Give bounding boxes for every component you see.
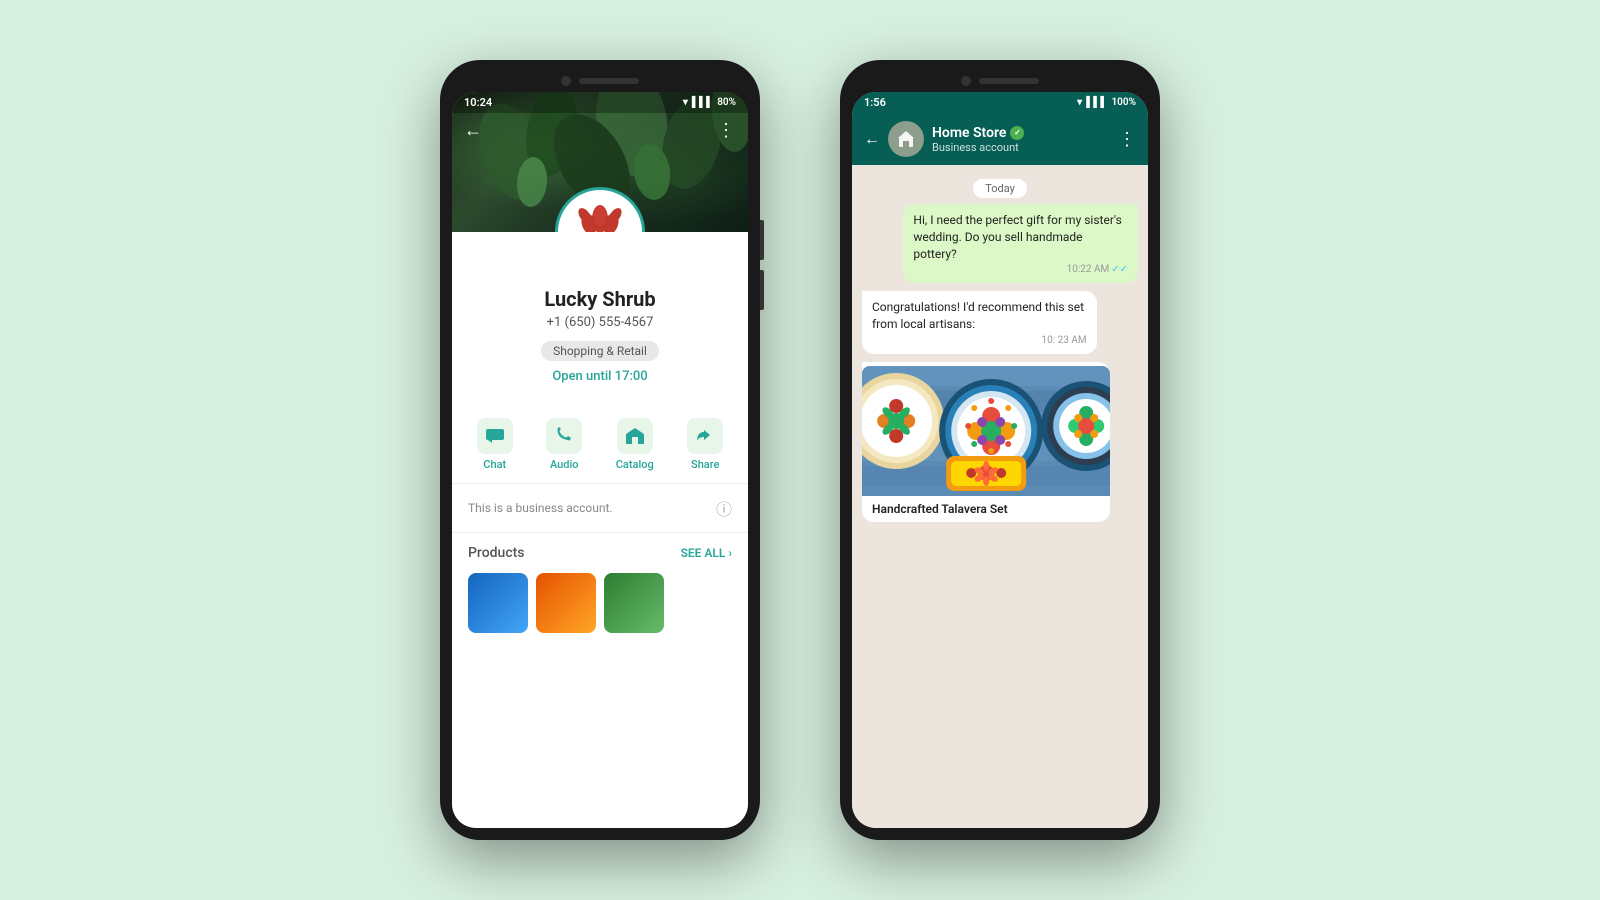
product-card-image <box>862 366 1110 496</box>
catalog-action-button[interactable]: Catalog <box>616 418 654 471</box>
received-message-text: Congratulations! I'd recommend this set … <box>872 299 1087 333</box>
phone-1-screen: 10:24 ▾ ▌▌▌ 80% ← ⋮ <box>452 92 748 828</box>
product-thumb-2[interactable] <box>536 573 596 633</box>
chat-business-name: Home Store ✓ <box>932 125 1110 141</box>
product-thumb-3[interactable] <box>604 573 664 633</box>
profile-header: 10:24 ▾ ▌▌▌ 80% ← ⋮ <box>452 92 748 232</box>
catalog-icon <box>617 418 653 454</box>
battery-display-1: 80% <box>717 97 736 108</box>
phone-2: 1:56 ▾ ▌▌▌ 100% ← Home Store <box>840 60 1160 840</box>
action-buttons-row: Chat Audio Catalog <box>452 410 748 484</box>
phone-1-notch <box>452 72 748 92</box>
time-display-1: 10:24 <box>464 96 492 109</box>
time-display-2: 1:56 <box>864 96 886 109</box>
chat-menu-button[interactable]: ⋮ <box>1118 129 1136 150</box>
front-camera <box>561 76 571 86</box>
profile-info-section: Lucky Shrub +1 (650) 555-4567 Shopping &… <box>452 232 748 410</box>
home-store-avatar <box>892 125 920 153</box>
phone-svg-icon <box>556 427 572 445</box>
chat-label: Chat <box>483 458 506 471</box>
message-received-1: Congratulations! I'd recommend this set … <box>862 291 1097 354</box>
product-card-title: Handcrafted Talavera Set <box>862 496 1110 522</box>
sent-time: 10:22 AM <box>1067 264 1110 275</box>
see-all-button[interactable]: SEE ALL › <box>681 546 732 560</box>
speaker <box>579 78 639 84</box>
products-label: Products <box>468 545 525 561</box>
info-icon[interactable]: ⓘ <box>716 496 732 520</box>
phone-2-screen: 1:56 ▾ ▌▌▌ 100% ← Home Store <box>852 92 1148 828</box>
chat-svg-icon <box>486 429 504 443</box>
product-thumb-1[interactable] <box>468 573 528 633</box>
status-icons-1: ▾ ▌▌▌ 80% <box>683 97 736 108</box>
shrub-logo: LUCKYSHRUB <box>575 194 625 232</box>
product-card: Handcrafted Talavera Set <box>862 366 1110 522</box>
phone-2-notch <box>852 72 1148 92</box>
back-button-1[interactable]: ← <box>464 120 482 141</box>
message-sent-1: Hi, I need the perfect gift for my siste… <box>903 204 1138 283</box>
received-time: 10: 23 AM <box>1041 335 1086 346</box>
profile-header-bar: ← ⋮ <box>452 112 748 149</box>
share-svg-icon <box>696 428 714 444</box>
menu-button-1[interactable]: ⋮ <box>717 120 736 141</box>
avatar-inner: LUCKYSHRUB <box>560 192 640 232</box>
sent-message-meta: 10:22 AM ✓✓ <box>913 264 1128 275</box>
store-svg-icon <box>626 428 644 444</box>
chat-avatar <box>888 121 924 157</box>
share-label: Share <box>691 458 719 471</box>
chat-icon <box>477 418 513 454</box>
shrub-svg <box>575 194 625 232</box>
date-separator: Today <box>862 177 1138 196</box>
signal-icon: ▌▌▌ <box>692 97 713 108</box>
read-receipt-icon: ✓✓ <box>1111 264 1128 275</box>
wifi-icon-2: ▾ <box>1077 97 1082 108</box>
business-name: Lucky Shrub <box>468 287 732 311</box>
chat-header: ← Home Store ✓ Business account ⋮ <box>852 113 1148 165</box>
received-message-meta: 10: 23 AM <box>872 335 1087 346</box>
audio-label: Audio <box>550 458 579 471</box>
business-phone: +1 (650) 555-4567 <box>468 315 732 330</box>
products-grid <box>452 567 748 639</box>
status-bar-1: 10:24 ▾ ▌▌▌ 80% <box>452 92 748 113</box>
volume-up-btn[interactable] <box>760 220 764 260</box>
talavera-svg <box>862 366 1110 496</box>
status-icons-2: ▾ ▌▌▌ 100% <box>1077 97 1136 108</box>
battery-display-2: 100% <box>1111 97 1136 108</box>
wifi-icon: ▾ <box>683 97 688 108</box>
share-icon <box>687 418 723 454</box>
products-section-header: Products SEE ALL › <box>452 533 748 567</box>
product-card-message[interactable]: Handcrafted Talavera Set <box>862 362 1110 522</box>
sent-message-text: Hi, I need the perfect gift for my siste… <box>913 212 1128 262</box>
business-note-row: This is a business account. ⓘ <box>452 484 748 533</box>
chat-action-button[interactable]: Chat <box>477 418 513 471</box>
business-category: Shopping & Retail <box>541 341 659 361</box>
business-hours: Open until 17:00 <box>468 369 732 384</box>
business-note-text: This is a business account. <box>468 501 613 515</box>
chat-info: Home Store ✓ Business account <box>932 125 1110 154</box>
audio-icon <box>546 418 582 454</box>
catalog-label: Catalog <box>616 458 654 471</box>
status-bar-2: 1:56 ▾ ▌▌▌ 100% <box>852 92 1148 113</box>
verified-badge: ✓ <box>1010 126 1024 140</box>
audio-action-button[interactable]: Audio <box>546 418 582 471</box>
phone-1: 10:24 ▾ ▌▌▌ 80% ← ⋮ <box>440 60 760 840</box>
signal-icon-2: ▌▌▌ <box>1086 97 1107 108</box>
chat-messages-area: Today Hi, I need the perfect gift for my… <box>852 165 1148 828</box>
volume-down-btn[interactable] <box>760 270 764 310</box>
speaker-2 <box>979 78 1039 84</box>
date-label: Today <box>973 179 1027 198</box>
back-button-2[interactable]: ← <box>864 129 880 149</box>
share-action-button[interactable]: Share <box>687 418 723 471</box>
chat-subtitle: Business account <box>932 141 1110 154</box>
front-camera-2 <box>961 76 971 86</box>
